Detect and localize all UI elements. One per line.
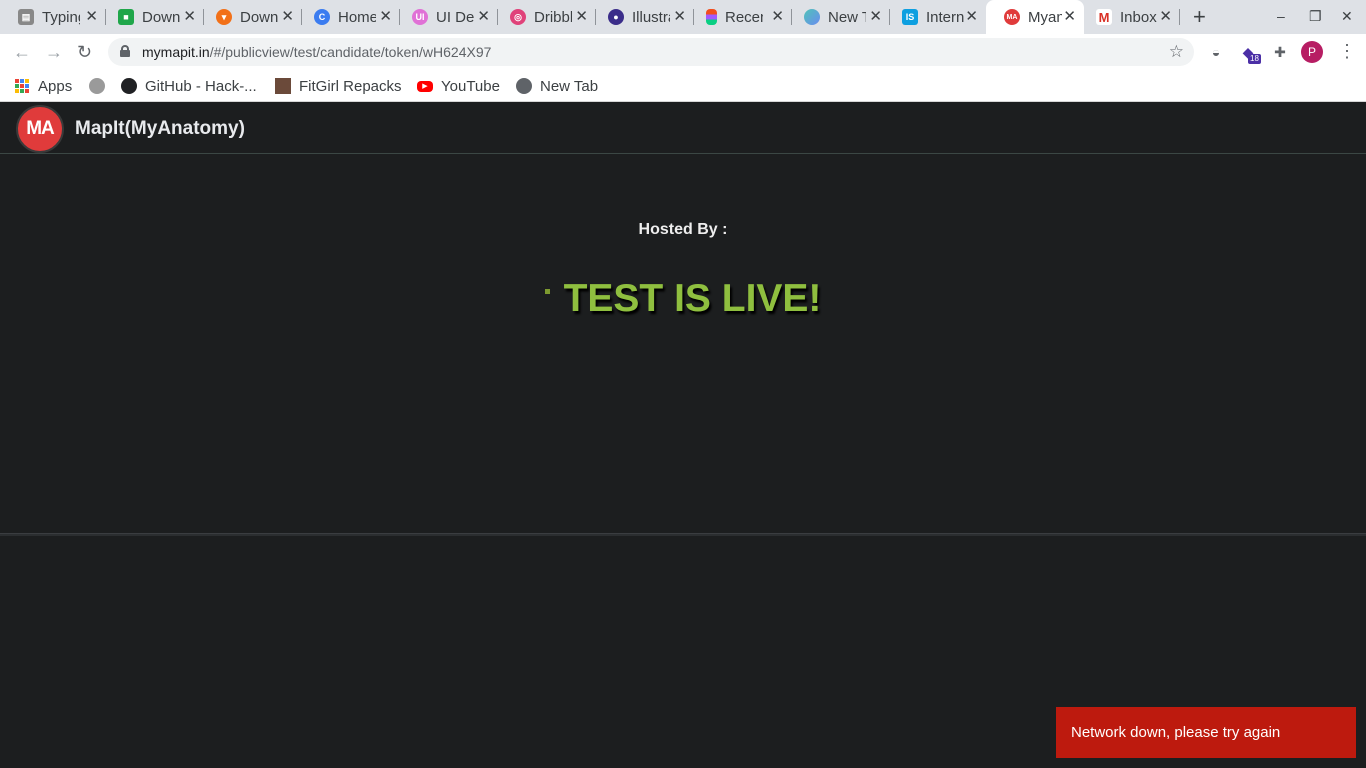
tab-internshala[interactable]: IS Internshala ✕ [884, 0, 986, 34]
figma-icon [706, 9, 717, 25]
tab-title: New Tab [828, 8, 866, 26]
tab-title: Typing [42, 8, 80, 26]
close-icon[interactable]: ✕ [965, 9, 978, 25]
lock-icon [120, 45, 130, 57]
close-icon[interactable]: ✕ [673, 9, 686, 25]
tab-title: UI Design [436, 8, 474, 26]
bookmark-apps[interactable]: Apps [14, 75, 72, 97]
address-bar[interactable]: mymapit.in/#/publicview/test/candidate/t… [108, 38, 1194, 66]
bookmark-star-icon[interactable]: ☆ [1169, 42, 1184, 62]
download-green-icon: ■ [118, 9, 134, 25]
toast-message: Network down, please try again [1071, 724, 1281, 741]
tab-myanatomy[interactable]: MA Myanatomy ✕ [986, 0, 1084, 34]
incognito-extension-icon[interactable]: ◒ [1206, 42, 1226, 62]
tab-title: Download [240, 8, 278, 26]
tab-dribbble[interactable]: ◎ Dribbble ✕ [492, 0, 596, 34]
bookmarks-bar: Apps GitHub - Hack-... FitGirl Repacks ▶… [0, 70, 1366, 102]
dribbble-icon: ◎ [510, 9, 526, 25]
page-content: MA MapIt(MyAnatomy) Hosted By : TEST IS … [0, 103, 1366, 768]
test-status: TEST IS LIVE! [0, 277, 1366, 321]
bookmark-youtube[interactable]: ▶ YouTube [417, 75, 500, 97]
gmail-icon: M [1096, 9, 1112, 25]
bookmark-label: FitGirl Repacks [299, 77, 402, 95]
tab-ui-design[interactable]: UI UI Design ✕ [394, 0, 498, 34]
bookmark-label: GitHub - Hack-... [145, 77, 257, 95]
close-icon[interactable]: ✕ [85, 9, 98, 25]
forward-arrow-icon[interactable]: → [45, 42, 63, 62]
close-icon[interactable]: ✕ [771, 9, 784, 25]
restore-button[interactable]: ❐ [1309, 8, 1322, 25]
tab-title: Dribbble [534, 8, 572, 26]
bookmark-label: Apps [38, 77, 73, 95]
reload-icon[interactable]: ↻ [77, 42, 92, 62]
tab-illustrations[interactable]: ● Illustrations ✕ [590, 0, 694, 34]
github-icon [121, 78, 137, 94]
circle-bookmark-icon [89, 78, 105, 94]
gradient-icon [804, 9, 820, 25]
status-dot-icon [544, 289, 550, 294]
url-path: /#/publicview/test/candidate/token/wH624… [209, 44, 492, 60]
bookmark-circle[interactable] [89, 75, 105, 97]
bookmark-github[interactable]: GitHub - Hack-... [121, 75, 257, 97]
close-icon[interactable]: ✕ [281, 9, 294, 25]
globe-icon [516, 78, 532, 94]
tab-title: Myanatomy [1028, 8, 1062, 26]
new-tab-button[interactable]: + [1193, 6, 1206, 28]
tab-new[interactable]: New Tab ✕ [786, 0, 890, 34]
tab-strip: ▤ Typing ✕ ■ Download ✕ ▾ Download ✕ C H… [0, 0, 1366, 34]
tab-recent[interactable]: Recent ✕ [688, 0, 792, 34]
extension-badge: 18 [1248, 54, 1261, 64]
close-icon[interactable]: ✕ [1063, 9, 1076, 25]
close-icon[interactable]: ✕ [477, 9, 490, 25]
bookmark-fitgirl[interactable]: FitGirl Repacks [275, 75, 402, 97]
more-menu-icon[interactable]: ⋮ [1338, 40, 1356, 62]
tab-download-brave[interactable]: ▾ Download ✕ [198, 0, 302, 34]
fitgirl-icon [275, 78, 291, 94]
tab-download[interactable]: ■ Download ✕ [100, 0, 204, 34]
url-text[interactable]: mymapit.in/#/publicview/test/candidate/t… [142, 44, 491, 60]
apps-grid-icon [14, 78, 30, 94]
tab-title: Home [338, 8, 376, 26]
tab-title: Illustrations [632, 8, 670, 26]
window-close-button[interactable]: ✕ [1341, 8, 1353, 25]
minimize-button[interactable]: – [1277, 8, 1285, 24]
app-logo[interactable]: MA [16, 105, 64, 153]
browser-toolbar: ← → ↻ mymapit.in/#/publicview/test/candi… [0, 34, 1366, 70]
tab-title: Recent [725, 8, 763, 26]
close-icon[interactable]: ✕ [869, 9, 882, 25]
tab-separator [1179, 9, 1180, 25]
bookmark-label: YouTube [441, 77, 500, 95]
bookmark-label: New Tab [540, 77, 599, 95]
test-live-heading: TEST IS LIVE! [563, 277, 822, 320]
close-icon[interactable]: ✕ [1159, 9, 1172, 25]
typing-icon: ▤ [18, 9, 34, 25]
hosted-by-label: Hosted By : [638, 221, 728, 238]
bookmark-new-tab[interactable]: New Tab [516, 75, 598, 97]
canva-icon: C [314, 9, 330, 25]
error-toast[interactable]: Network down, please try again [1056, 707, 1356, 758]
myanatomy-icon: MA [1004, 9, 1020, 25]
back-arrow-icon[interactable]: ← [13, 42, 31, 62]
content-divider [0, 533, 1366, 536]
tab-title: Inbox [1120, 8, 1157, 26]
close-icon[interactable]: ✕ [379, 9, 392, 25]
profile-avatar[interactable]: P [1301, 41, 1323, 63]
app-title[interactable]: MapIt(MyAnatomy) [75, 118, 245, 140]
url-host: mymapit.in [142, 44, 210, 60]
tab-home[interactable]: C Home ✕ [296, 0, 400, 34]
tab-inbox[interactable]: M Inbox ✕ [1078, 0, 1180, 34]
youtube-icon: ▶ [417, 80, 433, 92]
app-header: MA MapIt(MyAnatomy) [0, 103, 1366, 154]
tab-typing[interactable]: ▤ Typing ✕ [0, 0, 106, 34]
tab-title: Download [142, 8, 180, 26]
close-icon[interactable]: ✕ [575, 9, 588, 25]
ui-icon: UI [412, 9, 428, 25]
puzzle-extensions-icon[interactable]: ✚ [1270, 42, 1290, 62]
graduation-cap-extension-icon[interactable]: ◆ 18 [1238, 42, 1261, 64]
internshala-icon: IS [902, 9, 918, 25]
illustration-icon: ● [608, 9, 624, 25]
close-icon[interactable]: ✕ [183, 9, 196, 25]
tab-title: Internshala [926, 8, 964, 26]
brave-icon: ▾ [216, 9, 232, 25]
